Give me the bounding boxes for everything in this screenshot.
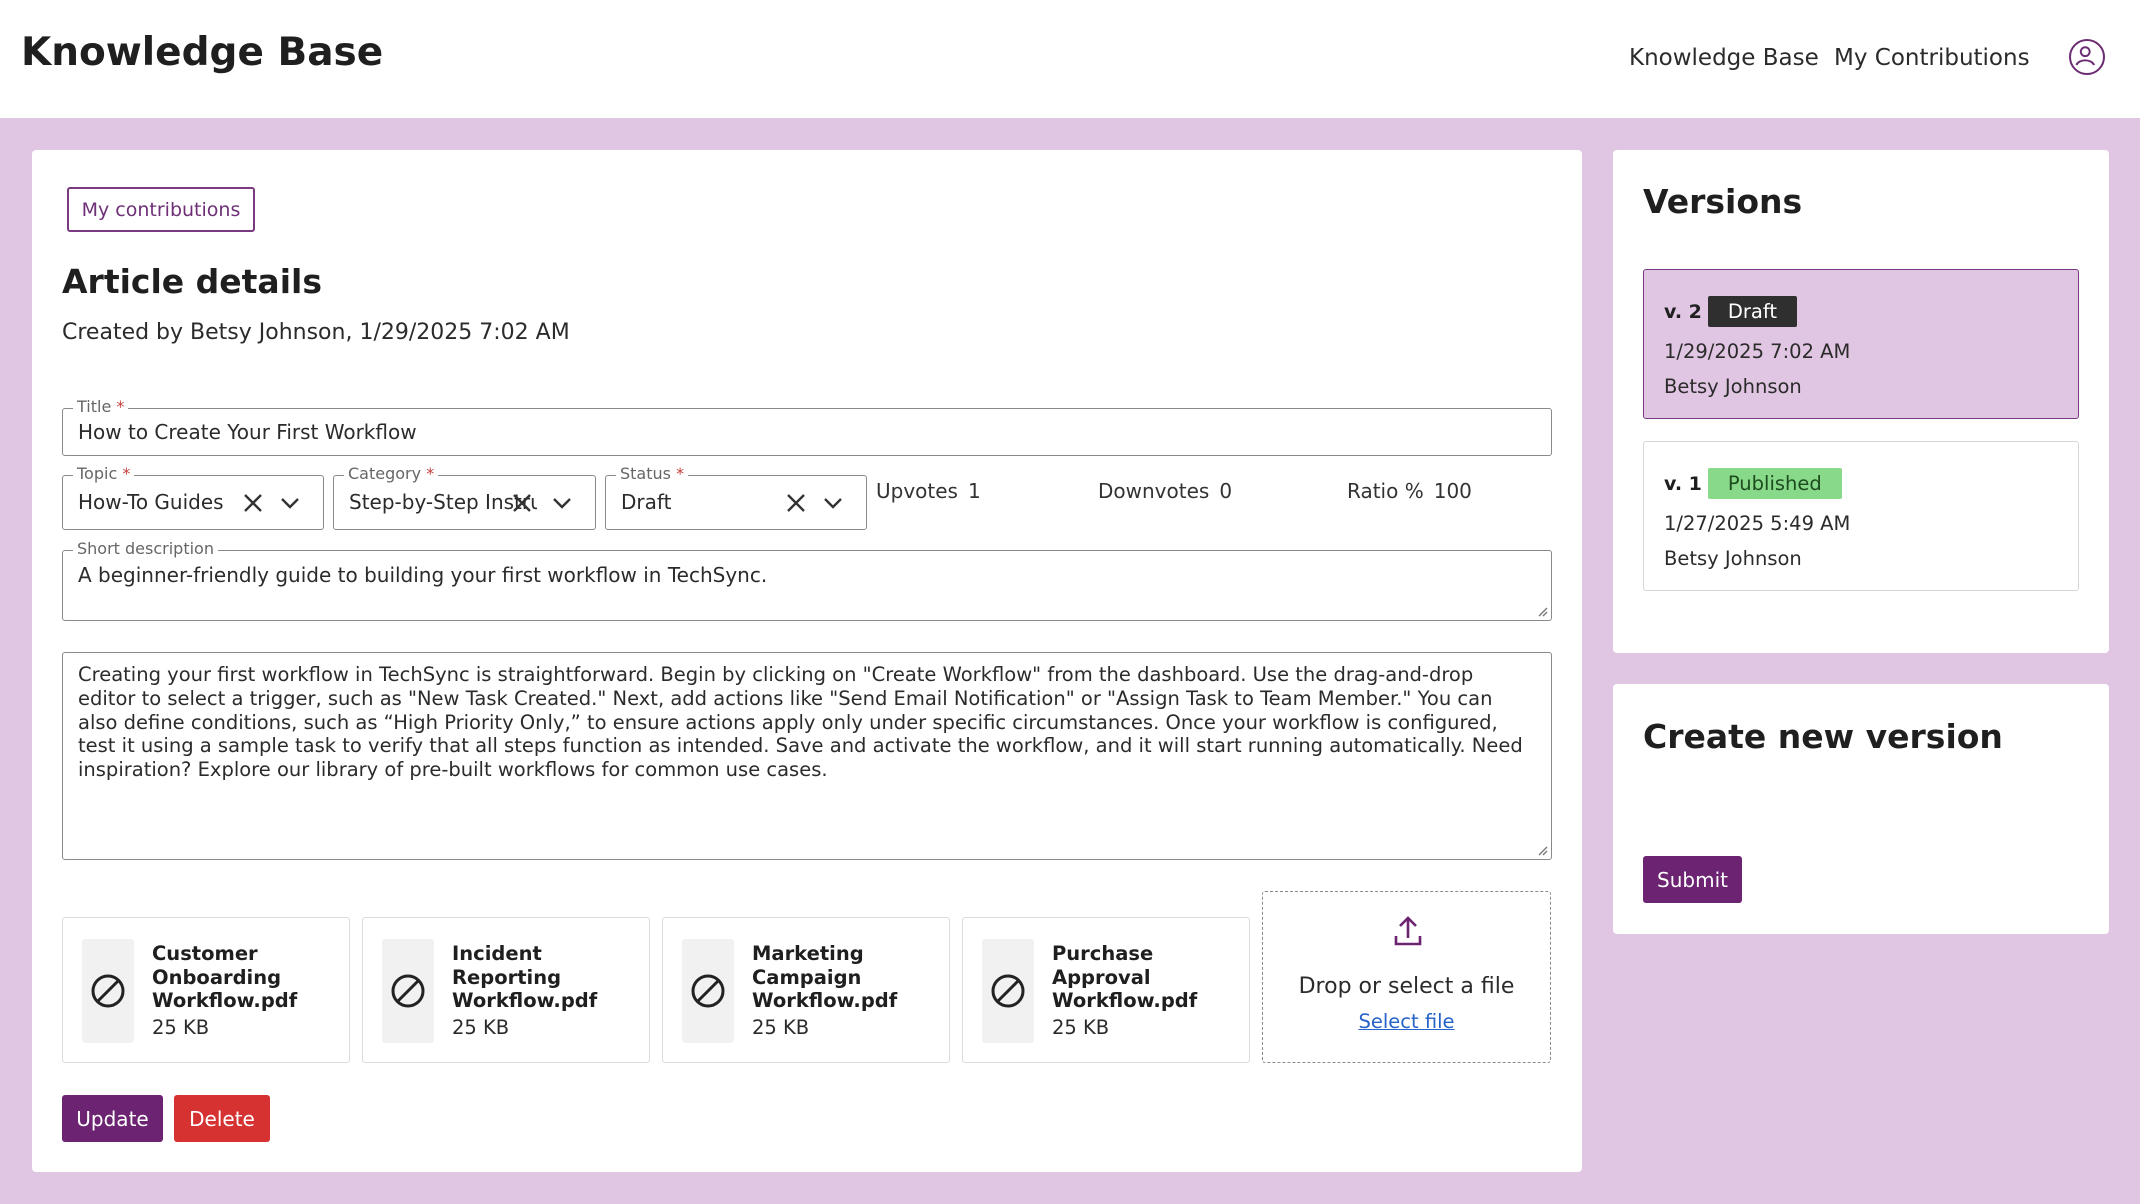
user-circle-icon[interactable] — [2069, 39, 2105, 75]
short-description-field[interactable]: Short description A beginner-friendly gu… — [62, 540, 1552, 621]
resize-grip-icon[interactable] — [1536, 844, 1548, 856]
title-label: Title * — [73, 398, 129, 416]
file-name: Incident Reporting Workflow.pdf — [452, 942, 598, 1012]
file-unavailable-icon — [82, 939, 134, 1043]
clear-status-icon[interactable] — [783, 490, 809, 516]
upload-icon — [1394, 916, 1422, 946]
status-badge: Published — [1707, 468, 1842, 499]
article-body-textarea[interactable]: Creating your first workflow in TechSync… — [62, 652, 1552, 860]
category-label: Category * — [344, 465, 439, 483]
version-number: v. 2 — [1664, 300, 1702, 323]
nav-knowledge-base[interactable]: Knowledge Base — [1629, 45, 1819, 71]
create-version-panel: Create new version Submit — [1613, 684, 2109, 934]
category-chevron-down-icon[interactable] — [549, 490, 575, 516]
title-field[interactable]: Title * How to Create Your First Workflo… — [62, 398, 1552, 456]
file-name: Marketing Campaign Workflow.pdf — [752, 942, 898, 1012]
top-header: Knowledge Base Knowledge Base My Contrib… — [0, 0, 2140, 118]
file-card[interactable]: Purchase Approval Workflow.pdf 25 KB — [962, 917, 1250, 1063]
ratio-stat: Ratio % 100 — [1347, 479, 1472, 503]
user-avatar-glyph — [2075, 46, 2096, 66]
file-unavailable-icon — [982, 939, 1034, 1043]
versions-panel: Versions v. 2 Draft 1/29/2025 7:02 AM Be… — [1613, 150, 2109, 653]
version-card[interactable]: v. 2 Draft 1/29/2025 7:02 AM Betsy Johns… — [1643, 269, 2079, 419]
version-date: 1/27/2025 5:49 AM — [1664, 512, 1851, 535]
clear-category-icon[interactable] — [509, 490, 535, 516]
created-by-text: Created by Betsy Johnson, 1/29/2025 7:02… — [62, 320, 570, 345]
version-author: Betsy Johnson — [1664, 547, 1802, 570]
topic-value: How-To Guides — [78, 490, 224, 514]
app-title: Knowledge Base — [21, 30, 384, 75]
version-header: v. 2 Draft — [1664, 296, 1798, 327]
version-header: v. 1 Published — [1664, 468, 1842, 499]
file-card[interactable]: Customer Onboarding Workflow.pdf 25 KB — [62, 917, 350, 1063]
file-dropzone[interactable]: Drop or select a file Select file — [1262, 891, 1551, 1063]
file-unavailable-icon — [382, 939, 434, 1043]
article-body-text: Creating your first workflow in TechSync… — [78, 663, 1523, 782]
category-select[interactable]: Category * Step-by-Step Instructions — [333, 465, 596, 530]
short-description-value: A beginner-friendly guide to building yo… — [78, 563, 768, 587]
short-description-label: Short description — [73, 540, 218, 558]
version-author: Betsy Johnson — [1664, 375, 1802, 398]
nav-my-contributions[interactable]: My Contributions — [1834, 45, 2030, 71]
page-title: Article details — [62, 262, 322, 301]
article-details-panel: My contributions Article details Created… — [32, 150, 1582, 1172]
submit-button[interactable]: Submit — [1643, 856, 1742, 903]
status-value: Draft — [621, 490, 672, 514]
downvotes-stat: Downvotes 0 — [1098, 479, 1233, 503]
title-value: How to Create Your First Workflow — [78, 420, 417, 444]
file-card[interactable]: Marketing Campaign Workflow.pdf 25 KB — [662, 917, 950, 1063]
update-button[interactable]: Update — [62, 1095, 163, 1142]
file-name: Customer Onboarding Workflow.pdf — [152, 942, 298, 1012]
file-size: 25 KB — [1052, 1016, 1110, 1039]
versions-heading: Versions — [1643, 182, 1803, 221]
select-file-link[interactable]: Select file — [1263, 1010, 1550, 1033]
resize-grip-icon[interactable] — [1536, 605, 1548, 617]
clear-topic-icon[interactable] — [240, 490, 266, 516]
file-size: 25 KB — [752, 1016, 810, 1039]
file-size: 25 KB — [152, 1016, 210, 1039]
dropzone-text: Drop or select a file — [1298, 974, 1515, 999]
file-unavailable-icon — [682, 939, 734, 1043]
create-version-heading: Create new version — [1643, 717, 2003, 756]
upvotes-stat: Upvotes 1 — [876, 479, 981, 503]
topic-chevron-down-icon[interactable] — [277, 490, 303, 516]
status-select[interactable]: Status * Draft — [605, 465, 867, 530]
status-badge: Draft — [1707, 296, 1798, 327]
file-name: Purchase Approval Workflow.pdf — [1052, 942, 1198, 1012]
version-number: v. 1 — [1664, 472, 1702, 495]
topic-select[interactable]: Topic * How-To Guides — [62, 465, 324, 530]
my-contributions-button[interactable]: My contributions — [67, 187, 255, 232]
delete-button[interactable]: Delete — [174, 1095, 270, 1142]
topic-label: Topic * — [73, 465, 135, 483]
file-card[interactable]: Incident Reporting Workflow.pdf 25 KB — [362, 917, 650, 1063]
file-size: 25 KB — [452, 1016, 510, 1039]
status-chevron-down-icon[interactable] — [820, 490, 846, 516]
version-date: 1/29/2025 7:02 AM — [1664, 340, 1851, 363]
status-label: Status * — [616, 465, 689, 483]
version-card[interactable]: v. 1 Published 1/27/2025 5:49 AM Betsy J… — [1643, 441, 2079, 591]
